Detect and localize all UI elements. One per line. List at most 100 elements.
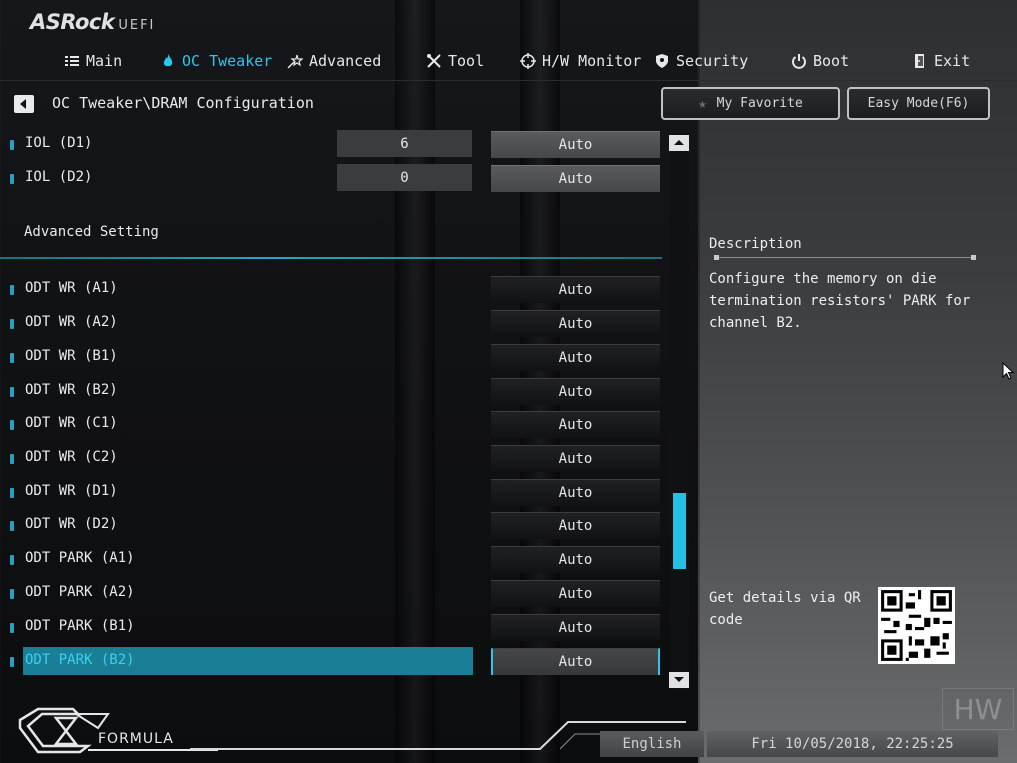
scroll-up-button[interactable] [669,135,689,151]
option-select[interactable]: Auto [491,512,660,539]
value-input[interactable]: 6 [337,130,472,157]
option-select[interactable]: Auto [491,614,660,641]
setting-label: ODT WR (C1) [25,415,118,431]
info-dot-icon [10,420,14,430]
setting-row[interactable]: ODT WR (B2) Auto [0,377,665,405]
option-select[interactable]: Auto [491,411,660,438]
crosshair-icon [520,53,536,69]
power-icon [792,54,806,69]
main-nav: Main OC Tweaker Advanced Tool H/W Monito… [0,44,1017,80]
setting-label: ODT WR (C2) [25,449,118,465]
info-dot-icon [10,174,14,184]
logo-sub: UEFI [118,18,156,33]
setting-row-selected[interactable]: ODT PARK (B2) Auto [0,647,665,675]
tab-exit-label: Exit [934,52,971,70]
description-text: Configure the memory on die termination … [709,271,971,331]
section-divider [0,257,662,259]
setting-row-iol-d1[interactable]: IOL (D1) 6 Auto [0,130,665,158]
easy-mode-label: Easy Mode(F6) [867,96,970,111]
setting-row[interactable]: ODT WR (D1) Auto [0,478,665,506]
description-title: Description [709,236,802,252]
info-dot-icon [10,488,14,498]
option-select[interactable]: Auto [491,546,660,573]
back-button[interactable] [14,95,34,113]
tab-hw-monitor-label: H/W Monitor [542,52,642,70]
option-select[interactable]: Auto [491,310,660,337]
info-dot-icon [10,657,14,667]
tab-main[interactable]: Main [64,50,122,72]
setting-row[interactable]: ODT WR (C1) Auto [0,410,665,438]
option-select[interactable]: Auto [491,165,660,192]
option-select[interactable]: Auto [491,445,660,472]
setting-label: ODT WR (D2) [25,516,118,532]
setting-row-iol-d2[interactable]: IOL (D2) 0 Auto [0,164,665,192]
nav-divider [0,80,1017,81]
scrollbar-track[interactable] [669,133,689,690]
flame-icon [163,54,173,67]
value-input[interactable]: 0 [337,164,472,191]
logo-text: ASRock [30,10,115,34]
easy-mode-button[interactable]: Easy Mode(F6) [847,87,990,120]
list-icon [65,56,79,66]
info-dot-icon [10,140,14,150]
datetime-display: Fri 10/05/2018, 22:25:25 [707,731,998,757]
info-dot-icon [10,353,14,363]
setting-row[interactable]: ODT WR (D2) Auto [0,511,665,539]
info-dot-icon [10,521,14,531]
option-select[interactable]: Auto [491,479,660,506]
asrock-logo: ASRock UEFI [30,10,155,36]
star-icon: ★ [698,95,707,112]
my-favorite-button[interactable]: ★ My Favorite [661,87,840,120]
info-dot-icon [10,589,14,599]
setting-row[interactable]: ODT PARK (A2) Auto [0,579,665,607]
scrollbar-thumb[interactable] [673,493,686,569]
my-favorite-label: My Favorite [716,96,803,111]
info-dot-icon [10,319,14,329]
setting-row[interactable]: ODT WR (A1) Auto [0,275,665,303]
tab-boot[interactable]: Boot [791,50,849,72]
breadcrumb: OC Tweaker\DRAM Configuration [52,94,314,112]
setting-row[interactable]: ODT PARK (A1) Auto [0,545,665,573]
setting-label: ODT WR (A2) [25,314,118,330]
setting-row[interactable]: ODT PARK (B1) Auto [0,613,665,641]
option-select[interactable]: Auto [491,648,660,675]
setting-label: ODT PARK (B1) [25,618,135,634]
scroll-down-button[interactable] [669,672,689,688]
tab-boot-label: Boot [813,52,850,70]
info-dot-icon [10,285,14,295]
option-select[interactable]: Auto [491,344,660,371]
info-dot-icon [10,387,14,397]
setting-label: IOL (D1) [25,135,93,151]
door-icon [915,54,924,68]
setting-row[interactable]: ODT WR (C2) Auto [0,444,665,472]
tab-exit[interactable]: Exit [912,50,970,72]
option-select[interactable]: Auto [491,276,660,303]
tab-advanced[interactable]: Advanced [287,50,381,72]
tab-oc-tweaker[interactable]: OC Tweaker [160,50,272,72]
setting-label: ODT PARK (B2) [25,652,135,668]
tab-hw-monitor[interactable]: H/W Monitor [520,50,641,72]
setting-label: ODT WR (D1) [25,483,118,499]
setting-label: IOL (D2) [25,169,93,185]
tab-tool[interactable]: Tool [426,50,484,72]
setting-row[interactable]: ODT WR (B1) Auto [0,343,665,371]
setting-row[interactable]: ODT WR (A2) Auto [0,309,665,337]
setting-label: ODT WR (A1) [25,280,118,296]
info-dot-icon [10,454,14,464]
option-select[interactable]: Auto [491,131,660,158]
tab-security[interactable]: Security [654,50,748,72]
tab-oc-tweaker-label: OC Tweaker [182,52,273,70]
option-select[interactable]: Auto [491,378,660,405]
section-title: Advanced Setting [24,224,159,240]
star-wand-icon [287,54,303,69]
description-divider [714,255,976,260]
info-dot-icon [10,623,14,633]
tab-advanced-label: Advanced [309,52,382,70]
option-select[interactable]: Auto [491,580,660,607]
setting-label: ODT WR (B1) [25,348,118,364]
tools-icon [427,54,441,68]
language-button[interactable]: English [600,731,704,757]
shield-icon [656,54,668,68]
qr-caption: Get details via QR code [709,590,861,628]
setting-label: ODT PARK (A1) [25,550,135,566]
